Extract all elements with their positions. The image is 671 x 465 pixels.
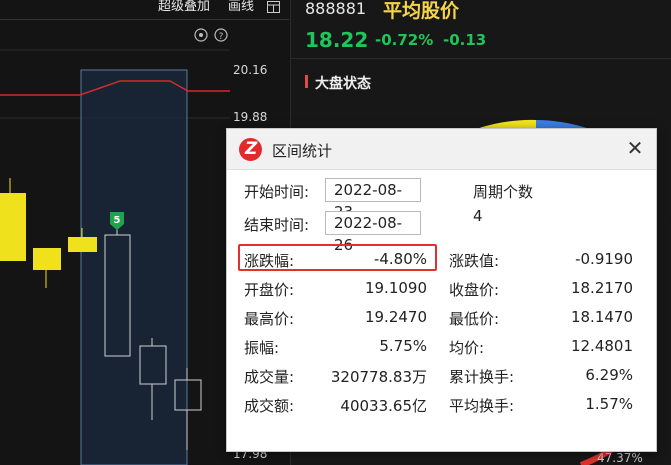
end-time-label: 结束时间: [244, 216, 310, 234]
stat-value: 320778.83万 [330, 368, 427, 386]
app-logo-icon: Z [239, 138, 262, 161]
start-date-field[interactable]: 2022-08-23 [325, 178, 421, 221]
stat-label: 成交量: [244, 368, 295, 386]
stat-value: -4.80% [373, 250, 427, 268]
draw-line-button[interactable]: 画线 [228, 0, 254, 14]
stat-value: -0.9190 [575, 250, 633, 268]
pie-percent-label: 47.37% [597, 451, 643, 465]
stat-label: 最高价: [244, 310, 295, 328]
dialog-title: 区间统计 [272, 142, 333, 160]
candle [0, 178, 26, 261]
header-divider [291, 58, 671, 59]
stat-value: 6.29% [585, 366, 633, 384]
chart-settings-icon[interactable] [194, 28, 208, 42]
end-date-field[interactable]: 2022-08-26 [325, 211, 421, 254]
close-icon[interactable]: ✕ [623, 136, 647, 160]
price-scale-label: 20.16 [233, 63, 267, 77]
stock-code: 888881 [305, 0, 367, 18]
stat-value: 40033.65亿 [340, 397, 427, 415]
candle [33, 248, 61, 288]
super-overlay-button[interactable]: 超级叠加 [158, 0, 210, 14]
stat-label: 振幅: [244, 339, 280, 357]
layout-grid-icon[interactable] [267, 1, 280, 13]
period-count-value: 4 [473, 207, 483, 225]
chart-help-icon[interactable]: ? [214, 28, 228, 42]
stat-value: 18.1470 [570, 308, 633, 326]
stat-label: 最低价: [449, 310, 500, 328]
stat-label: 成交额: [244, 397, 295, 415]
stat-label: 均价: [449, 339, 485, 357]
stat-label: 累计换手: [449, 368, 515, 386]
stat-label: 平均换手: [449, 397, 515, 415]
period-count-label: 周期个数 [473, 183, 534, 201]
stat-label: 涨跌值: [449, 252, 500, 270]
chart-toolbar: 超级叠加 画线 [0, 0, 289, 20]
stat-value: 12.4801 [570, 337, 633, 355]
stat-label: 收盘价: [449, 281, 500, 299]
market-status-title: 大盘状态 [315, 76, 371, 92]
percent-change: -0.72% [375, 31, 434, 49]
value-change: -0.13 [443, 31, 487, 49]
svg-text:?: ? [219, 32, 224, 42]
stat-value: 5.75% [379, 337, 427, 355]
start-time-label: 开始时间: [244, 183, 310, 201]
dialog-titlebar[interactable]: Z 区间统计 ✕ [227, 129, 656, 170]
stat-value: 19.1090 [364, 279, 427, 297]
stat-value: 19.2470 [364, 308, 427, 326]
stat-label: 涨跌幅: [244, 252, 295, 270]
range-statistics-dialog[interactable]: Z 区间统计 ✕ 开始时间: 2022-08-23 周期个数 结束时间: 202… [226, 128, 657, 452]
price-scale-label: 19.88 [233, 110, 267, 124]
current-price: 18.22 [305, 28, 369, 52]
stock-name: 平均股价 [383, 0, 460, 22]
stat-value: 18.2170 [570, 279, 633, 297]
stat-label: 开盘价: [244, 281, 295, 299]
section-accent-bar [305, 75, 308, 88]
signal-badge-text: 5 [114, 215, 121, 226]
selected-range-highlight[interactable] [80, 69, 188, 465]
stat-value: 1.57% [585, 395, 633, 413]
